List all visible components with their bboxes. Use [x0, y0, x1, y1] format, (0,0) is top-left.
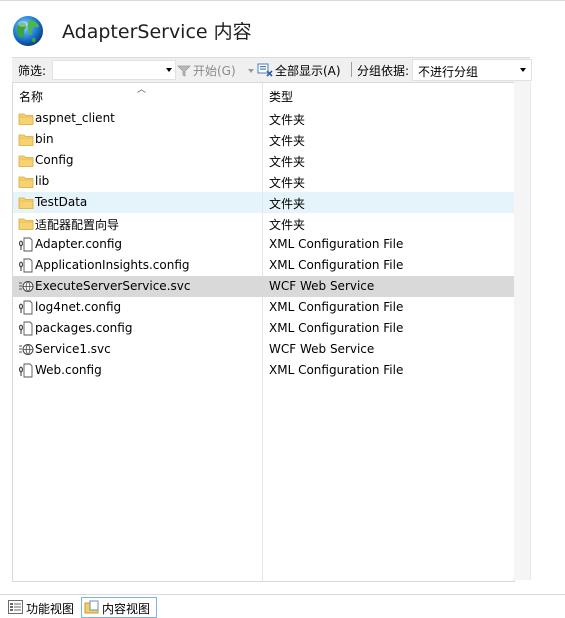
- show-all-icon: [257, 63, 273, 77]
- tab-content-view[interactable]: 内容视图: [81, 597, 157, 618]
- list-item-name: packages.config: [35, 321, 133, 335]
- list-item-name: lib: [35, 174, 50, 188]
- content-view-icon: [84, 600, 99, 614]
- toolbar-separator: [351, 62, 352, 77]
- config-file-icon: [18, 363, 34, 378]
- column-header-name[interactable]: 名称 ︿: [13, 83, 262, 107]
- group-by-label: 分组依据:: [357, 64, 410, 78]
- list-item-name: bin: [35, 132, 54, 146]
- show-all-label: 全部显示(A): [275, 64, 341, 78]
- globe-icon: [13, 16, 43, 46]
- config-file-icon: [18, 300, 34, 315]
- features-view-icon: [8, 600, 23, 614]
- config-file-icon: [18, 237, 34, 252]
- content-list[interactable]: 名称 ︿ 类型 aspnet_client 文件夹 bin 文件夹 Config 文件夹 l…: [12, 82, 515, 582]
- list-item-type: XML Configuration File: [269, 363, 404, 377]
- folder-icon: [18, 195, 34, 210]
- list-item-type: WCF Web Service: [269, 342, 375, 356]
- list-item[interactable]: 适配器配置向导 文件夹: [13, 213, 514, 234]
- filter-input[interactable]: [52, 60, 176, 80]
- list-item[interactable]: ExecuteServerService.svc WCF Web Service: [13, 276, 514, 297]
- config-file-icon: [18, 321, 34, 336]
- page-header: AdapterService 内容: [0, 1, 565, 55]
- filter-dropdown-arrow-icon[interactable]: [166, 68, 172, 72]
- list-item[interactable]: bin 文件夹: [13, 129, 514, 150]
- group-by-value: 不进行分组: [418, 65, 479, 79]
- folder-icon: [18, 174, 34, 189]
- list-item-name: Web.config: [35, 363, 102, 377]
- tab-content-label: 内容视图: [102, 602, 151, 616]
- list-item-type: 文件夹: [269, 134, 306, 148]
- vertical-scrollbar[interactable]: [514, 82, 531, 580]
- list-item-type: 文件夹: [269, 113, 306, 127]
- list-item[interactable]: Web.config XML Configuration File: [13, 360, 514, 381]
- page-title: AdapterService 内容: [62, 21, 252, 43]
- web-service-icon: [18, 279, 34, 294]
- list-item-name: TestData: [35, 195, 88, 209]
- list-item-name: Service1.svc: [35, 342, 111, 356]
- list-item[interactable]: ApplicationInsights.config XML Configurat…: [13, 255, 514, 276]
- column-header-name-label: 名称: [19, 90, 44, 104]
- start-button[interactable]: 开始(G): [177, 62, 236, 79]
- folder-icon: [18, 132, 34, 147]
- list-item[interactable]: aspnet_client 文件夹: [13, 108, 514, 129]
- list-item-name: aspnet_client: [35, 111, 115, 125]
- group-by-select[interactable]: 不进行分组: [412, 59, 532, 81]
- list-item-name: 适配器配置向导: [35, 218, 120, 232]
- list-item-type: WCF Web Service: [269, 279, 375, 293]
- list-item[interactable]: Service1.svc WCF Web Service: [13, 339, 514, 360]
- list-item-type: 文件夹: [269, 176, 306, 190]
- sort-ascending-icon: ︿: [137, 85, 147, 95]
- folder-icon: [18, 216, 34, 231]
- list-item[interactable]: log4net.config XML Configuration File: [13, 297, 514, 318]
- list-item-type: 文件夹: [269, 218, 306, 232]
- funnel-icon: [177, 65, 191, 77]
- config-file-icon: [18, 258, 34, 273]
- list-item[interactable]: TestData 文件夹: [13, 192, 514, 213]
- list-item[interactable]: packages.config XML Configuration File: [13, 318, 514, 339]
- list-item-name: Config: [35, 153, 74, 167]
- start-button-label: 开始(G): [193, 64, 236, 78]
- list-item-name: ExecuteServerService.svc: [35, 279, 191, 293]
- filter-label: 筛选:: [18, 64, 47, 78]
- column-header-type[interactable]: 类型: [263, 83, 514, 107]
- list-item-type: XML Configuration File: [269, 237, 404, 251]
- show-all-button[interactable]: 全部显示(A): [257, 62, 341, 79]
- group-dropdown-arrow-icon[interactable]: [520, 68, 526, 72]
- list-item[interactable]: Adapter.config XML Configuration File: [13, 234, 514, 255]
- list-item-name: log4net.config: [35, 300, 122, 314]
- list-item-name: ApplicationInsights.config: [35, 258, 190, 272]
- list-item-type: XML Configuration File: [269, 258, 404, 272]
- tab-features-view[interactable]: 功能视图: [6, 598, 80, 617]
- list-item[interactable]: lib 文件夹: [13, 171, 514, 192]
- list-item-type: 文件夹: [269, 155, 306, 169]
- view-tabs: 功能视图 内容视图: [0, 594, 565, 618]
- web-service-icon: [18, 342, 34, 357]
- filter-toolbar: 筛选: 开始(G) 全部显示(A) 分组依据: 不进行分组: [12, 57, 532, 83]
- list-item-name: Adapter.config: [35, 237, 123, 251]
- tab-features-label: 功能视图: [26, 602, 75, 616]
- list-item-type: XML Configuration File: [269, 321, 404, 335]
- list-item-type: 文件夹: [269, 197, 306, 211]
- list-item-type: XML Configuration File: [269, 300, 404, 314]
- start-dropdown-arrow-icon[interactable]: [248, 69, 254, 73]
- list-item[interactable]: Config 文件夹: [13, 150, 514, 171]
- folder-icon: [18, 111, 34, 126]
- column-header-type-label: 类型: [269, 90, 294, 104]
- folder-icon: [18, 153, 34, 168]
